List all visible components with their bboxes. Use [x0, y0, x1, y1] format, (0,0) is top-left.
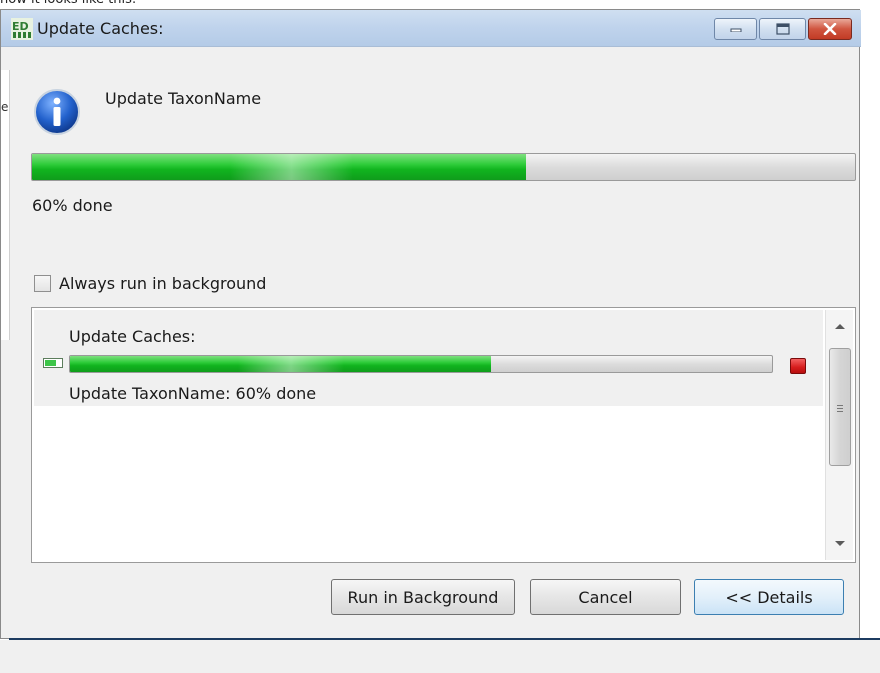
minimize-icon — [730, 28, 741, 32]
title-bar[interactable]: ED Update Caches: — [1, 10, 861, 47]
bottom-area — [0, 640, 880, 673]
close-button[interactable] — [808, 18, 852, 40]
svg-text:ED: ED — [12, 20, 29, 33]
minimize-button[interactable] — [714, 18, 757, 40]
info-icon — [34, 89, 80, 135]
always-run-background-label[interactable]: Always run in background — [59, 274, 266, 293]
details-panel: Update Caches: Update TaxonName: 60% don… — [31, 307, 856, 563]
cancel-button[interactable]: Cancel — [530, 579, 681, 615]
main-progress-bar — [31, 153, 856, 181]
close-icon — [823, 23, 837, 35]
update-caches-dialog: ED Update Caches: e Update TaxonName 60%… — [0, 9, 861, 639]
maximize-button[interactable] — [759, 18, 806, 40]
task-title: Update TaxonName — [105, 89, 262, 108]
details-scrollbar[interactable] — [825, 310, 853, 560]
always-run-background-checkbox[interactable] — [34, 275, 51, 292]
job-progress-icon — [43, 358, 63, 368]
job-progress-bar — [69, 355, 773, 373]
run-in-background-button[interactable]: Run in Background — [331, 579, 515, 615]
window-title: Update Caches: — [37, 19, 164, 38]
stop-icon[interactable] — [790, 358, 806, 374]
job-row[interactable]: Update Caches: Update TaxonName: 60% don… — [34, 310, 823, 406]
grip-icon — [837, 405, 843, 406]
ed-app-icon: ED — [11, 18, 33, 40]
details-button[interactable]: << Details — [694, 579, 844, 615]
job-status: Update TaxonName: 60% done — [69, 384, 317, 403]
scroll-down-icon[interactable] — [835, 541, 845, 546]
background-window-edge: e — [1, 70, 10, 340]
main-progress-fill — [32, 154, 526, 180]
job-progress-fill — [70, 356, 492, 372]
job-name: Update Caches: — [69, 327, 196, 346]
page-caption: now it looks like this: — [0, 0, 300, 8]
maximize-icon — [775, 23, 790, 35]
clipped-text: e — [1, 100, 9, 114]
scroll-up-icon[interactable] — [835, 324, 845, 329]
scroll-thumb[interactable] — [829, 348, 851, 466]
progress-percent-label: 60% done — [32, 196, 113, 215]
